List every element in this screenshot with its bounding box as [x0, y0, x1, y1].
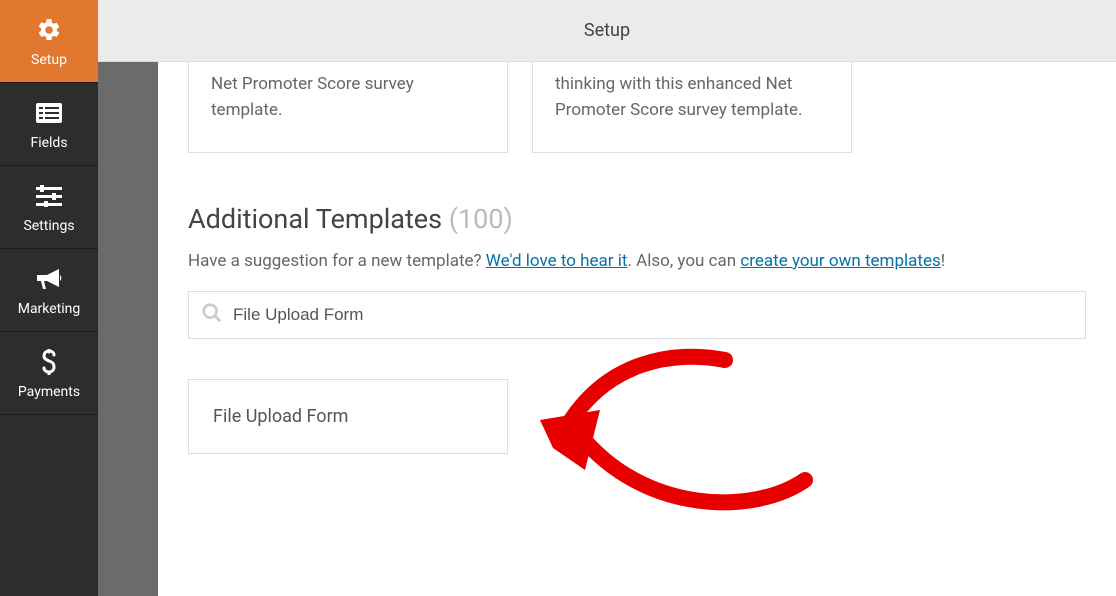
template-card-nps[interactable]: Net Promoter Score survey template.: [188, 62, 508, 153]
template-result-title: File Upload Form: [213, 406, 348, 427]
subtitle-mid: . Also, you can: [627, 251, 740, 271]
sidebar-item-label: Settings: [23, 218, 74, 234]
sidebar-item-marketing[interactable]: Marketing: [0, 249, 98, 332]
gear-icon: [35, 16, 63, 44]
sidebar-item-label: Setup: [31, 52, 67, 68]
dollar-icon: [35, 348, 63, 376]
template-card-nps-enhanced[interactable]: thinking with this enhanced Net Promoter…: [532, 62, 852, 153]
page-title: Setup: [584, 20, 630, 41]
additional-templates-title: Additional Templates: [188, 203, 442, 235]
sidebar-item-label: Fields: [30, 135, 67, 151]
list-icon: [35, 99, 63, 127]
additional-templates-count: (100): [449, 203, 513, 235]
sidebar-item-payments[interactable]: Payments: [0, 332, 98, 415]
sidebar-item-setup[interactable]: Setup: [0, 0, 98, 83]
sidebar-item-settings[interactable]: Settings: [0, 166, 98, 249]
template-card-text: Net Promoter Score survey template.: [211, 74, 414, 120]
template-search-wrap[interactable]: [188, 291, 1086, 339]
subtitle-suffix: !: [941, 251, 945, 271]
main-panel: Net Promoter Score survey template. thin…: [158, 62, 1116, 596]
suggestion-link[interactable]: We'd love to hear it: [486, 251, 628, 271]
page-header: Setup: [98, 0, 1116, 62]
template-search-input[interactable]: [233, 305, 1073, 325]
subtitle-prefix: Have a suggestion for a new template?: [188, 251, 486, 271]
additional-templates-subtitle: Have a suggestion for a new template? We…: [188, 251, 1086, 271]
sidebar-item-label: Payments: [18, 384, 80, 400]
sidebar-item-fields[interactable]: Fields: [0, 83, 98, 166]
sidebar: Setup Fields Settings Marketing Payments: [0, 0, 98, 596]
search-icon: [201, 302, 223, 328]
additional-templates-heading: Additional Templates (100): [188, 203, 1086, 235]
template-card-row: Net Promoter Score survey template. thin…: [188, 62, 1086, 153]
sliders-icon: [35, 182, 63, 210]
template-card-text: thinking with this enhanced Net Promoter…: [555, 74, 803, 120]
create-own-link[interactable]: create your own templates: [740, 251, 940, 271]
bullhorn-icon: [35, 265, 63, 293]
template-result-file-upload[interactable]: File Upload Form: [188, 379, 508, 454]
sidebar-item-label: Marketing: [18, 301, 81, 317]
